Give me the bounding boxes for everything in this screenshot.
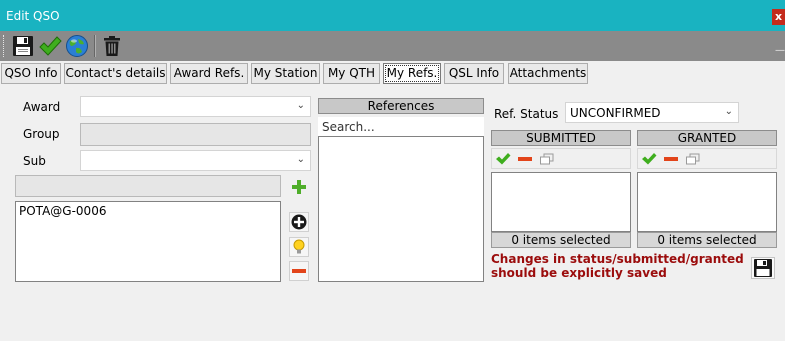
ref-status-label: Ref. Status <box>494 107 559 121</box>
references-search-input[interactable]: Search... <box>318 117 484 136</box>
save-icon[interactable] <box>11 34 35 58</box>
tab-my-qth[interactable]: My QTH <box>323 63 380 84</box>
tab-bar: QSO Info Contact's details Award Refs. M… <box>0 62 785 86</box>
minus-icon[interactable] <box>663 152 679 166</box>
globe-icon[interactable] <box>65 34 89 58</box>
tab-my-refs[interactable]: My Refs. <box>383 63 441 84</box>
tab-qso-info[interactable]: QSO Info <box>1 63 61 84</box>
chevron-down-icon: ⌄ <box>296 100 305 111</box>
tab-attachments[interactable]: Attachments <box>508 63 588 84</box>
submitted-header: SUBMITTED <box>491 130 631 146</box>
toolbar-separator <box>94 35 96 57</box>
copy-icon[interactable] <box>539 152 555 166</box>
remove-icon[interactable] <box>289 261 309 281</box>
minus-icon[interactable] <box>517 152 533 166</box>
submitted-toolbar <box>491 148 631 169</box>
group-field <box>80 123 311 146</box>
check-icon[interactable] <box>641 152 657 166</box>
granted-header: GRANTED <box>637 130 777 146</box>
check-icon[interactable] <box>495 152 511 166</box>
award-label: Award <box>23 100 61 114</box>
granted-list[interactable] <box>637 172 777 232</box>
save-icon <box>754 259 772 277</box>
chevron-down-icon: ⌄ <box>724 106 733 117</box>
save-refs-button[interactable] <box>751 257 775 279</box>
sub-label: Sub <box>23 154 46 168</box>
add-icon[interactable] <box>289 177 309 197</box>
granted-toolbar <box>637 148 777 169</box>
lightbulb-icon[interactable] <box>289 237 309 257</box>
tab-qsl-info[interactable]: QSL Info <box>444 63 504 84</box>
my-refs-list[interactable]: POTA@G-0006 <box>15 201 281 282</box>
submitted-list[interactable] <box>491 172 631 232</box>
add-circle-icon[interactable] <box>289 212 309 232</box>
ref-status-select[interactable]: UNCONFIRMED ⌄ <box>565 102 739 123</box>
group-label: Group <box>23 127 60 141</box>
copy-icon[interactable] <box>685 152 701 166</box>
reference-entry-field <box>15 175 281 197</box>
trash-icon[interactable] <box>100 34 124 58</box>
chevron-down-icon: ⌄ <box>296 154 305 165</box>
checkmark-icon[interactable] <box>38 34 62 58</box>
main-toolbar: — <box>0 31 785 61</box>
references-header: References <box>318 98 484 114</box>
tab-contacts-details[interactable]: Contact's details <box>64 63 167 84</box>
close-button[interactable]: x <box>772 9 785 25</box>
tab-my-station[interactable]: My Station <box>251 63 320 84</box>
tab-award-refs[interactable]: Award Refs. <box>170 63 248 84</box>
granted-status: 0 items selected <box>637 232 777 248</box>
award-select[interactable]: ⌄ <box>80 96 311 117</box>
list-item[interactable]: POTA@G-0006 <box>16 202 280 218</box>
title-bar: Edit QSO x <box>0 0 785 31</box>
toolbar-grip[interactable] <box>3 35 6 57</box>
save-warning-text: Changes in status/submitted/granted shou… <box>491 252 744 280</box>
submitted-status: 0 items selected <box>491 232 631 248</box>
window-title: Edit QSO <box>6 9 60 23</box>
sub-select[interactable]: ⌄ <box>80 150 311 171</box>
references-list[interactable] <box>318 136 484 282</box>
toolbar-overflow[interactable]: — <box>775 45 785 56</box>
